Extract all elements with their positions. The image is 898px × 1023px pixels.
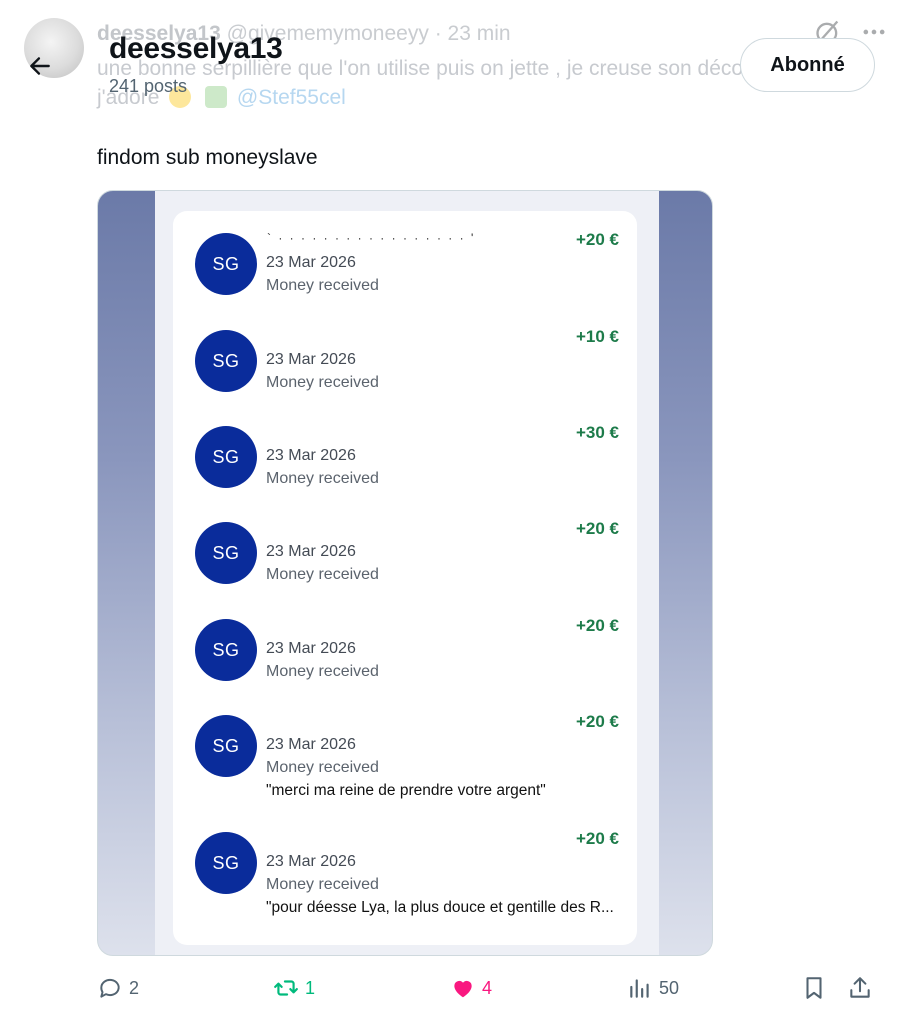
bank-avatar: SG bbox=[195, 522, 257, 584]
transaction-status: Money received bbox=[266, 277, 379, 294]
transaction-date: 23 Mar 2026 bbox=[266, 853, 356, 870]
like-count: 4 bbox=[482, 977, 493, 998]
profile-name: deesselya13 bbox=[109, 32, 283, 65]
transaction-date: 23 Mar 2026 bbox=[266, 543, 356, 560]
transaction-row[interactable]: SG 23 Mar 2026 Money received +20 € bbox=[195, 519, 619, 612]
reply-icon bbox=[100, 978, 120, 998]
transaction-amount: +10 € bbox=[575, 327, 619, 346]
transaction-amount: +20 € bbox=[575, 519, 619, 538]
transaction-row[interactable]: SG 23 Mar 2026 Money received +20 € bbox=[195, 616, 619, 709]
transaction-status: Money received bbox=[266, 374, 379, 391]
transaction-row[interactable]: SG ` · · · · · · · · · · · · · · · · · ' 2… bbox=[195, 230, 619, 323]
transaction-date: 23 Mar 2026 bbox=[266, 640, 356, 657]
back-button[interactable] bbox=[20, 46, 60, 86]
transaction-row[interactable]: SG 23 Mar 2026 Money received "merci ma rei… bbox=[195, 712, 619, 805]
mention-link[interactable]: @Stef55cel bbox=[237, 86, 346, 109]
transaction-status: Money received bbox=[266, 876, 379, 893]
profile-posts-count: 241 posts bbox=[109, 76, 188, 96]
screenshot-background: SG ` · · · · · · · · · · · · · · · · · ' 2… bbox=[155, 191, 659, 955]
transaction-note: "merci ma reine de prendre votre argent" bbox=[266, 782, 546, 799]
views-button[interactable]: 50 bbox=[627, 975, 679, 1001]
reply-button[interactable]: 2 bbox=[97, 975, 139, 1001]
transaction-status: Money received bbox=[266, 566, 379, 583]
transaction-status: Money received bbox=[266, 470, 379, 487]
tweet-meta-separator: · bbox=[434, 22, 442, 45]
tweet-media-image[interactable]: SG ` · · · · · · · · · · · · · · · · · ' 2… bbox=[97, 190, 713, 956]
transaction-date: 23 Mar 2026 bbox=[266, 447, 356, 464]
arrow-left-icon bbox=[30, 57, 50, 75]
like-button[interactable]: 4 bbox=[450, 975, 492, 1001]
bank-avatar: SG bbox=[195, 619, 257, 681]
transaction-amount: +20 € bbox=[575, 230, 619, 249]
bookmark-icon bbox=[806, 977, 822, 999]
more-horizontal-icon[interactable] bbox=[860, 18, 888, 46]
money-emoji-icon bbox=[205, 86, 228, 108]
views-chart-icon bbox=[630, 979, 649, 998]
transaction-date: 23 Mar 2026 bbox=[266, 254, 356, 271]
bank-avatar: SG bbox=[195, 426, 257, 488]
heart-icon bbox=[454, 980, 472, 998]
tweet-time[interactable]: 23 min bbox=[448, 22, 511, 45]
views-count: 50 bbox=[659, 977, 680, 998]
repost-icon bbox=[274, 980, 298, 996]
repost-count: 1 bbox=[305, 977, 316, 998]
bank-avatar: SG bbox=[195, 715, 257, 777]
tweet-actions: 2 1 4 50 bbox=[97, 975, 877, 1005]
repost-button[interactable]: 1 bbox=[273, 975, 315, 1001]
following-button[interactable]: Abonné bbox=[740, 38, 875, 92]
transaction-amount: +30 € bbox=[575, 423, 619, 442]
transaction-amount: +20 € bbox=[575, 712, 619, 731]
bank-avatar: SG bbox=[195, 330, 257, 392]
transaction-row[interactable]: SG 23 Mar 2026 Money received +10 € bbox=[195, 327, 619, 420]
bank-avatar: SG bbox=[195, 832, 257, 894]
bookmark-button[interactable] bbox=[801, 975, 827, 1001]
transaction-note: "pour déesse Lya, la plus douce et genti… bbox=[266, 899, 614, 916]
transaction-row[interactable]: SG 23 Mar 2026 Money received "pour déesse … bbox=[195, 829, 619, 922]
transactions-card: SG ` · · · · · · · · · · · · · · · · · ' 2… bbox=[173, 211, 637, 945]
transaction-status: Money received bbox=[266, 759, 379, 776]
tweet-text-main: findom sub moneyslave bbox=[97, 146, 318, 169]
transaction-row[interactable]: SG 23 Mar 2026 Money received +30 € bbox=[195, 423, 619, 516]
transaction-status: Money received bbox=[266, 663, 379, 680]
bank-avatar: SG bbox=[195, 233, 257, 295]
reply-count: 2 bbox=[129, 977, 140, 998]
transaction-date: 23 Mar 2026 bbox=[266, 736, 356, 753]
transaction-amount: +20 € bbox=[575, 829, 619, 848]
transaction-date: 23 Mar 2026 bbox=[266, 351, 356, 368]
share-button[interactable] bbox=[847, 975, 873, 1001]
share-icon bbox=[850, 977, 870, 998]
transaction-amount: +20 € bbox=[575, 616, 619, 635]
redacted-sender: ` · · · · · · · · · · · · · · · · · ' bbox=[267, 231, 476, 245]
